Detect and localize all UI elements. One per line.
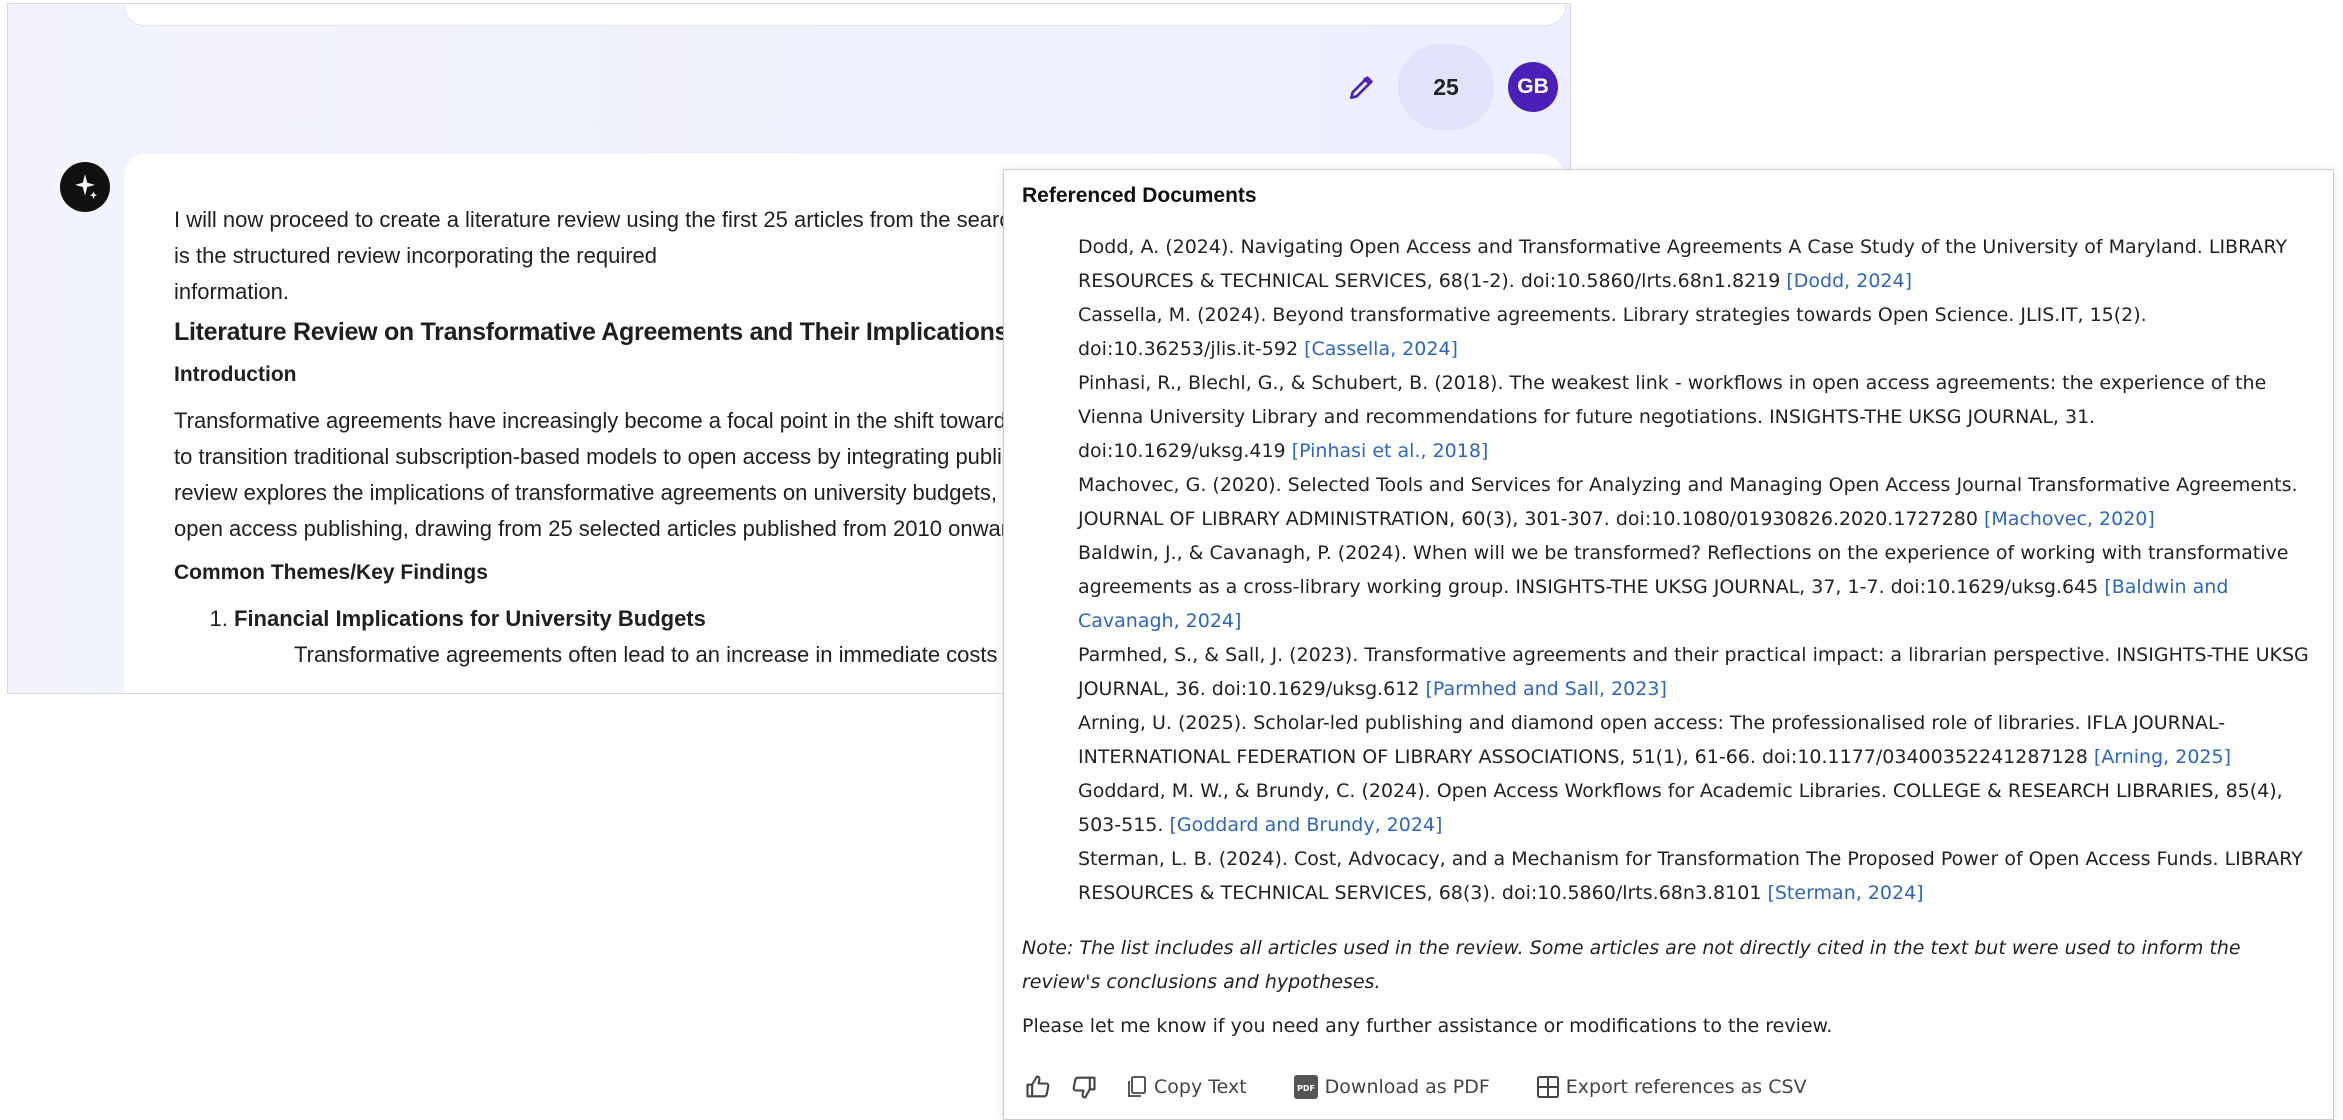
copy-text-button[interactable]: Copy Text [1126, 1075, 1247, 1099]
citation-link[interactable]: [Dodd, 2024] [1786, 270, 1912, 292]
reference-text: Arning, U. (2025). Scholar-led publishin… [1078, 712, 2226, 734]
reference-text: Sterman, L. B. (2024). Cost, Advocacy, a… [1078, 848, 2303, 870]
popup-title: Referenced Documents [1022, 184, 1257, 207]
reference-text: RESOURCES & TECHNICAL SERVICES, 68(3). d… [1078, 882, 1768, 904]
message-count-badge: 25 [1398, 44, 1494, 130]
edit-pencil-icon[interactable] [1340, 65, 1384, 109]
reference-text: JOURNAL, 36. doi:10.1629/uksg.612 [1078, 678, 1426, 700]
referenced-documents-popup: Referenced Documents Dodd, A. (2024). Na… [1003, 169, 2334, 1120]
reference-text: 503-515. [1078, 814, 1170, 836]
reference-item: Machovec, G. (2020). Selected Tools and … [1078, 468, 2314, 536]
assistant-avatar-icon [60, 162, 110, 212]
citation-link[interactable]: [Cassella, 2024] [1304, 338, 1458, 360]
reference-text: Machovec, G. (2020). Selected Tools and … [1078, 474, 2298, 496]
reference-item: Sterman, L. B. (2024). Cost, Advocacy, a… [1078, 842, 2314, 910]
citation-link[interactable]: [Parmhed and Sall, 2023] [1425, 678, 1666, 700]
citation-link[interactable]: [Pinhasi et al., 2018] [1292, 440, 1489, 462]
download-pdf-button[interactable]: PDF Download as PDF [1293, 1074, 1490, 1100]
citation-link[interactable]: [Machovec, 2020] [1984, 508, 2155, 530]
reference-text: Parmhed, S., & Sall, J. (2023). Transfor… [1078, 644, 2309, 666]
table-grid-icon [1536, 1076, 1559, 1098]
reference-text: Baldwin, J., & Cavanagh, P. (2024). When… [1078, 542, 2289, 564]
reference-text: doi:10.36253/jlis.it-592 [1078, 338, 1305, 360]
reference-item: Parmhed, S., & Sall, J. (2023). Transfor… [1078, 638, 2314, 706]
thumbs-up-icon[interactable] [1018, 1067, 1058, 1107]
reference-text: Vienna University Library and recommenda… [1078, 406, 2096, 428]
thumbs-down-icon[interactable] [1064, 1067, 1104, 1107]
reference-list: Dodd, A. (2024). Navigating Open Access … [1078, 230, 2314, 910]
copy-text-label: Copy Text [1154, 1076, 1247, 1098]
export-csv-label: Export references as CSV [1565, 1076, 1807, 1098]
action-bar: Copy Text PDF Download as PDF Export ref… [1018, 1067, 1807, 1107]
export-csv-button[interactable]: Export references as CSV [1536, 1075, 1807, 1099]
reference-item: Arning, U. (2025). Scholar-led publishin… [1078, 706, 2314, 774]
references-note: Note: The list includes all articles use… [1022, 937, 2241, 993]
followup-message: Please let me know if you need any furth… [1022, 1015, 1833, 1037]
reference-text: JOURNAL OF LIBRARY ADMINISTRATION, 60(3)… [1078, 508, 1984, 530]
download-pdf-label: Download as PDF [1324, 1076, 1490, 1098]
reference-text: agreements as a cross-library working gr… [1078, 576, 2105, 598]
svg-text:PDF: PDF [1297, 1084, 1315, 1093]
citation-link[interactable]: [Goddard and Brundy, 2024] [1169, 814, 1442, 836]
reference-text: Dodd, A. (2024). Navigating Open Access … [1078, 236, 2288, 258]
reference-text: INTERNATIONAL FEDERATION OF LIBRARY ASSO… [1078, 746, 2094, 768]
user-avatar[interactable]: GB [1508, 62, 1558, 112]
pdf-file-icon: PDF [1293, 1075, 1318, 1099]
previous-message-bubble [124, 4, 1566, 26]
reference-text: Pinhasi, R., Blechl, G., & Schubert, B. … [1078, 372, 2267, 394]
reference-text: RESOURCES & TECHNICAL SERVICES, 68(1-2).… [1078, 270, 1787, 292]
finding-title: Financial Implications for University Bu… [234, 606, 706, 631]
reference-item: Baldwin, J., & Cavanagh, P. (2024). When… [1078, 536, 2314, 638]
copy-icon [1128, 1076, 1146, 1097]
citation-link[interactable]: [Arning, 2025] [2094, 746, 2231, 768]
citation-link[interactable]: [Sterman, 2024] [1767, 882, 1923, 904]
reference-item: Goddard, M. W., & Brundy, C. (2024). Ope… [1078, 774, 2314, 842]
reference-text: Goddard, M. W., & Brundy, C. (2024). Ope… [1078, 780, 2283, 802]
reference-text: doi:10.1629/uksg.419 [1078, 440, 1292, 462]
user-message-meta: 25 GB [1340, 44, 1558, 130]
reference-item: Pinhasi, R., Blechl, G., & Schubert, B. … [1078, 366, 2314, 468]
reference-item: Dodd, A. (2024). Navigating Open Access … [1078, 230, 2314, 298]
reference-item: Cassella, M. (2024). Beyond transformati… [1078, 298, 2314, 366]
reference-text: Cassella, M. (2024). Beyond transformati… [1078, 304, 2147, 326]
